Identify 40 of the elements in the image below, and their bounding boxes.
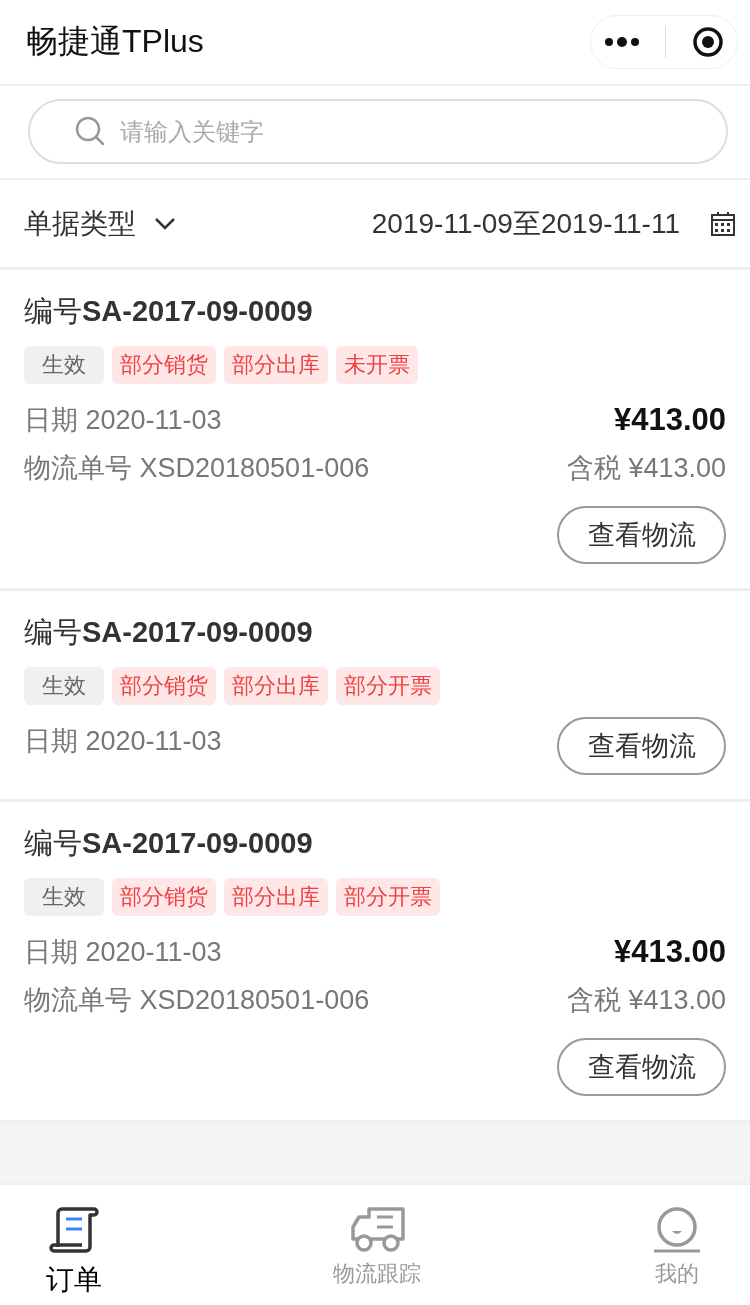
more-icon[interactable] <box>603 36 640 48</box>
search-icon <box>74 115 106 147</box>
smiley-icon <box>652 1207 702 1253</box>
view-logistics-button[interactable]: 查看物流 <box>557 717 726 775</box>
close-icon[interactable] <box>692 26 725 58</box>
order-number: 编号SA-2017-09-0009 <box>24 294 314 329</box>
logistics-number: 物流单号 XSD20180501-006 <box>24 984 370 1017</box>
status-tag: 部分开票 <box>336 667 440 705</box>
order-number: 编号SA-2017-09-0009 <box>24 826 314 861</box>
chevron-down-icon <box>154 216 176 231</box>
date-range[interactable]: 2019-11-09至2019-11-11 <box>371 204 680 243</box>
view-logistics-button[interactable]: 查看物流 <box>557 506 726 564</box>
app-title: 畅捷通TPlus <box>26 22 204 61</box>
tab-item[interactable]: 订单 <box>40 1185 108 1305</box>
order-date: 日期 2020-11-03 <box>24 404 222 437</box>
status-tag: 部分销货 <box>112 667 216 705</box>
order-date: 日期 2020-11-03 <box>24 725 222 758</box>
status-tag: 部分开票 <box>336 878 440 916</box>
status-tag: 部分出库 <box>224 346 328 384</box>
tax-amount: 含税 ¥413.00 <box>566 984 726 1017</box>
status-tag: 部分出库 <box>224 667 328 705</box>
order-number: 编号SA-2017-09-0009 <box>24 615 314 650</box>
tax-amount: 含税 ¥413.00 <box>566 452 726 485</box>
amount: ¥413.00 <box>613 933 726 971</box>
status-tag: 生效 <box>24 346 104 384</box>
calendar-icon[interactable] <box>710 210 736 237</box>
view-logistics-button[interactable]: 查看物流 <box>557 1038 726 1096</box>
logistics-number: 物流单号 XSD20180501-006 <box>24 452 370 485</box>
status-tag: 生效 <box>24 878 104 916</box>
search-field[interactable]: 请输入关键字 <box>28 99 728 164</box>
status-tag: 部分出库 <box>224 878 328 916</box>
order-date: 日期 2020-11-03 <box>24 936 222 969</box>
status-tag: 部分销货 <box>112 878 216 916</box>
status-tag: 未开票 <box>336 346 418 384</box>
amount: ¥413.00 <box>613 401 726 439</box>
status-tag: 部分销货 <box>112 346 216 384</box>
scroll-icon <box>48 1207 100 1255</box>
truck-icon <box>349 1207 405 1253</box>
status-tag: 生效 <box>24 667 104 705</box>
type-dropdown[interactable]: 单据类型 <box>24 204 176 243</box>
